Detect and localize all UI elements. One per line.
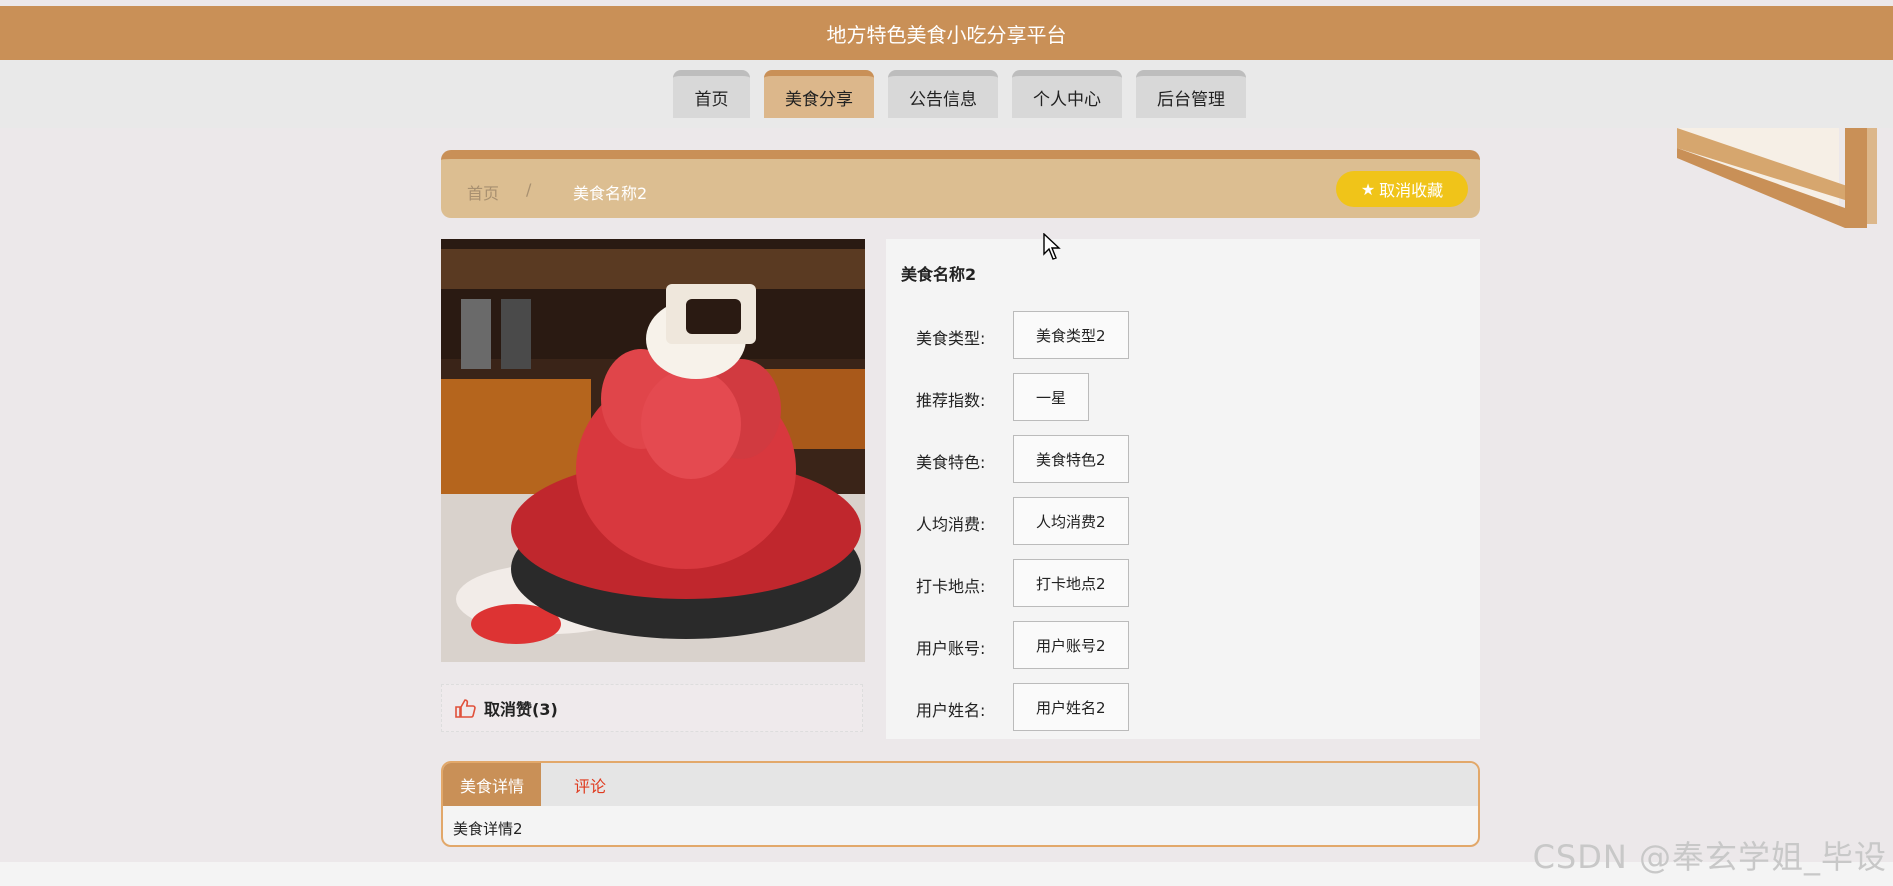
breadcrumb-separator: / (526, 180, 532, 199)
unfavorite-label: 取消收藏 (1379, 181, 1444, 200)
site-title: 地方特色美食小吃分享平台 (826, 22, 1067, 47)
unlike-label: 取消赞(3) (484, 700, 558, 719)
nav-item-home[interactable]: 首页 (673, 70, 750, 118)
food-image (441, 239, 865, 662)
field-label: 人均消费: (916, 515, 986, 534)
field-label: 打卡地点: (916, 577, 986, 596)
nav-label: 公告信息 (909, 89, 977, 110)
star-icon: ★ (1360, 179, 1376, 199)
food-info-panel: 美食名称2 美食类型: 美食类型2 推荐指数: 一星 美食特色: 美食特色2 人… (886, 239, 1480, 739)
field-value: 美食类型2 (1013, 311, 1129, 359)
nav-item-announcements[interactable]: 公告信息 (888, 70, 998, 118)
unlike-button[interactable]: 取消赞(3) (441, 684, 863, 732)
field-value: 打卡地点2 (1013, 559, 1129, 607)
field-value: 用户账号2 (1013, 621, 1129, 669)
unfavorite-button[interactable]: ★ 取消收藏 (1336, 171, 1468, 207)
nav-item-food-share[interactable]: 美食分享 (764, 70, 874, 118)
nav-item-admin[interactable]: 后台管理 (1136, 70, 1246, 118)
mouse-cursor-icon (1043, 233, 1061, 260)
nav-label: 个人中心 (1033, 89, 1101, 110)
watermark: CSDN @奉玄学姐_毕设 (1532, 838, 1887, 876)
tab-comments[interactable]: 评论 (541, 763, 639, 806)
field-value: 用户姓名2 (1013, 683, 1129, 731)
main-nav: 首页 美食分享 公告信息 个人中心 后台管理 (0, 60, 1893, 128)
field-label: 美食特色: (916, 453, 986, 472)
food-detail-content: 美食详情2 (453, 820, 523, 838)
field-value: 美食特色2 (1013, 435, 1129, 483)
thumbs-up-icon (455, 699, 476, 718)
breadcrumb: 首页 / 美食名称2 ★ 取消收藏 (441, 150, 1480, 218)
breadcrumb-current: 美食名称2 (573, 184, 648, 203)
nav-label: 美食分享 (785, 89, 853, 110)
food-name-title: 美食名称2 (901, 265, 977, 284)
nav-label: 后台管理 (1157, 89, 1225, 110)
decorative-frame (1677, 128, 1877, 228)
site-header: 地方特色美食小吃分享平台 (0, 6, 1893, 60)
nav-item-personal-center[interactable]: 个人中心 (1012, 70, 1122, 118)
field-label: 用户账号: (916, 639, 986, 658)
field-label: 美食类型: (916, 329, 986, 348)
detail-tabs: 美食详情 评论 美食详情2 (441, 761, 1480, 847)
field-label: 用户姓名: (916, 701, 986, 720)
tab-food-detail[interactable]: 美食详情 (443, 763, 541, 806)
tab-bar: 美食详情 评论 (443, 763, 1478, 806)
field-value: 人均消费2 (1013, 497, 1129, 545)
field-label: 推荐指数: (916, 391, 986, 410)
field-value: 一星 (1013, 373, 1090, 421)
breadcrumb-home-link[interactable]: 首页 (467, 180, 499, 204)
nav-label: 首页 (694, 89, 729, 110)
